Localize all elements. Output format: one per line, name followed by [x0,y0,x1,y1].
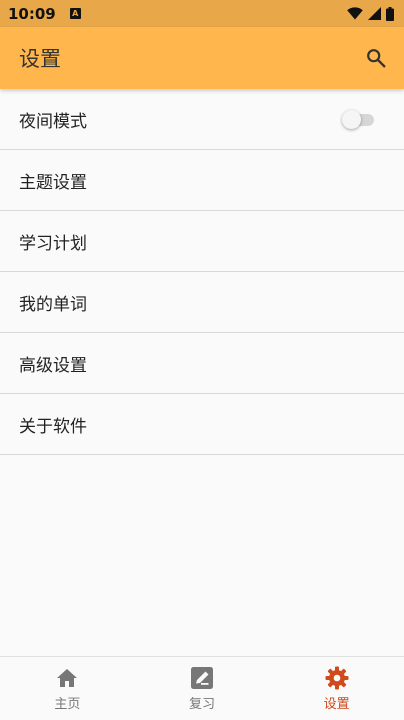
gear-icon [325,666,349,690]
nav-label: 复习 [189,697,216,712]
notification-icon: A [69,8,81,19]
signal-icon [368,7,381,20]
nav-item-settings[interactable]: 设置 [269,657,404,720]
nav-item-home[interactable]: 主页 [0,657,135,720]
status-time: 10:09 [8,4,56,23]
settings-item-label: 夜间模式 [19,111,87,132]
status-bar: 10:09 A [0,0,404,27]
app-bar: 设置 [0,27,404,89]
settings-item-advanced[interactable]: 高级设置 [0,333,404,394]
edit-note-icon [190,666,214,690]
settings-item-my-words[interactable]: 我的单词 [0,272,404,333]
toggle-thumb [342,110,361,129]
settings-item-label: 我的单词 [19,294,87,315]
settings-item-study-plan[interactable]: 学习计划 [0,211,404,272]
battery-icon [386,6,394,21]
home-icon [55,666,79,690]
settings-item-theme[interactable]: 主题设置 [0,150,404,211]
page-title: 设置 [19,47,61,71]
settings-item-night-mode[interactable]: 夜间模式 [0,89,404,150]
wifi-icon [347,7,363,20]
settings-list: 夜间模式 主题设置 学习计划 我的单词 高级设置 关于软件 [0,89,404,455]
settings-item-label: 学习计划 [19,233,87,254]
settings-item-label: 主题设置 [19,172,87,193]
bottom-nav: 主页 复习 设置 [0,656,404,720]
nav-item-review[interactable]: 复习 [135,657,270,720]
night-mode-toggle[interactable] [342,109,376,129]
settings-item-about[interactable]: 关于软件 [0,394,404,455]
search-icon [367,49,386,68]
settings-item-label: 高级设置 [19,355,87,376]
search-button[interactable] [362,44,390,72]
nav-label: 设置 [323,697,350,712]
nav-label: 主页 [54,697,81,712]
settings-item-label: 关于软件 [19,416,87,437]
